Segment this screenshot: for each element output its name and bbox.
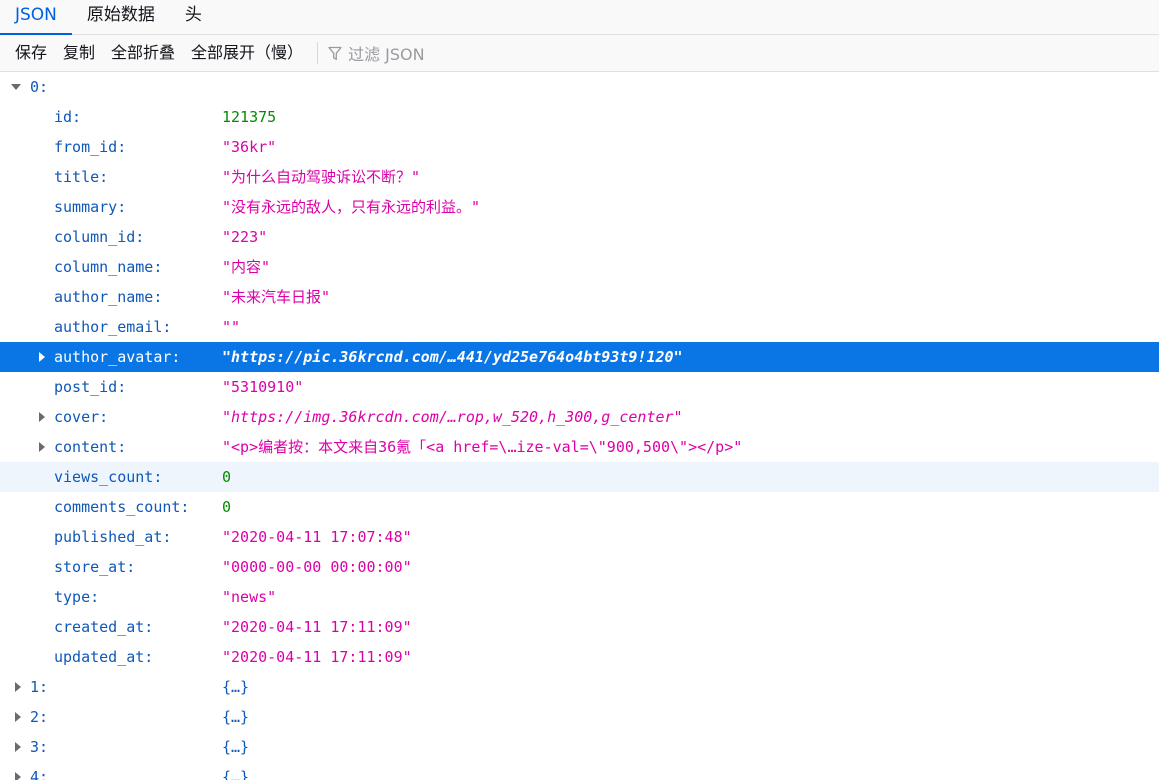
tree-row[interactable]: type: "news" (0, 582, 1159, 612)
tree-key: cover: (54, 408, 109, 426)
triangle-right-icon[interactable] (36, 432, 48, 462)
tree-value: {…} (222, 738, 250, 756)
tree-row[interactable]: published_at: "2020-04-11 17:07:48" (0, 522, 1159, 552)
tree-row[interactable]: author_name: "未来汽车日报" (0, 282, 1159, 312)
tree-key: column_name: (54, 258, 163, 276)
tree-value: "没有永远的敌人，只有永远的利益。" (222, 198, 481, 216)
tab-headers[interactable]: 头 (170, 0, 217, 35)
collapse-all-button[interactable]: 全部折叠 (103, 39, 183, 67)
tree-key: type: (54, 588, 100, 606)
toolbar: 保存 复制 全部折叠 全部展开（慢） 过滤 JSON (0, 35, 1159, 72)
triangle-right-icon[interactable] (12, 762, 24, 780)
tree-key: author_avatar: (54, 348, 181, 366)
tree-row[interactable]: column_id: "223" (0, 222, 1159, 252)
tree-value: "未来汽车日报" (222, 288, 331, 306)
tree-key: summary: (54, 198, 127, 216)
tree-row[interactable]: title: "为什么自动驾驶诉讼不断？" (0, 162, 1159, 192)
tree-value: 0 (222, 498, 232, 516)
tree-row[interactable]: column_name: "内容" (0, 252, 1159, 282)
tab-json[interactable]: JSON (0, 0, 72, 35)
filter-icon (328, 46, 342, 60)
tree-key: 1: (30, 678, 49, 696)
tree-key: published_at: (54, 528, 172, 546)
tree-row[interactable]: post_id: "5310910" (0, 372, 1159, 402)
toolbar-separator (317, 42, 319, 64)
copy-button[interactable]: 复制 (55, 39, 103, 67)
triangle-down-icon[interactable] (10, 72, 22, 102)
tree-value: 0 (222, 468, 232, 486)
tree-key: created_at: (54, 618, 154, 636)
triangle-right-icon[interactable] (12, 672, 24, 702)
tree-row[interactable]: author_avatar: "https://pic.36krcnd.com/…… (0, 342, 1159, 372)
tree-value: 121375 (222, 108, 277, 126)
json-viewer: JSON 原始数据 头 保存 复制 全部折叠 全部展开（慢） 过滤 JSON 0… (0, 0, 1159, 780)
json-tree: 0: id: 121375 from_id: "36kr" title: "为什么自动驾驶… (0, 72, 1159, 780)
tree-key: id: (54, 108, 82, 126)
tree-value: "内容" (222, 258, 271, 276)
filter-json-input[interactable]: 过滤 JSON (328, 39, 628, 67)
expand-all-button[interactable]: 全部展开（慢） (183, 39, 311, 67)
tree-value: "2020-04-11 17:07:48" (222, 528, 412, 546)
tab-raw-data[interactable]: 原始数据 (72, 0, 170, 35)
tree-row[interactable]: content: "<p>编者按：本文来自36氪「<a href=\…ize-va… (0, 432, 1159, 462)
tree-key: author_name: (54, 288, 163, 306)
tree-row-collapsed[interactable]: 2: {…} (0, 702, 1159, 732)
tree-row[interactable]: created_at: "2020-04-11 17:11:09" (0, 612, 1159, 642)
tree-row-root[interactable]: 0: (0, 72, 1159, 102)
tree-value: "https://pic.36krcnd.com/…441/yd25e764o4… (222, 348, 683, 366)
tree-value: "0000-00-00 00:00:00" (222, 558, 412, 576)
tree-value: {…} (222, 678, 250, 696)
tree-key: 0: (30, 78, 49, 96)
triangle-right-icon[interactable] (12, 702, 24, 732)
tree-key: store_at: (54, 558, 136, 576)
filter-placeholder: 过滤 JSON (348, 45, 425, 64)
tree-row[interactable]: updated_at: "2020-04-11 17:11:09" (0, 642, 1159, 672)
tree-row-collapsed[interactable]: 3: {…} (0, 732, 1159, 762)
tree-key: author_email: (54, 318, 172, 336)
tree-row[interactable]: comments_count: 0 (0, 492, 1159, 522)
tree-row[interactable]: id: 121375 (0, 102, 1159, 132)
tree-key: views_count: (54, 468, 163, 486)
tree-row[interactable]: author_email: "" (0, 312, 1159, 342)
tree-key: 3: (30, 738, 49, 756)
tree-value: "2020-04-11 17:11:09" (222, 618, 412, 636)
tab-bar: JSON 原始数据 头 (0, 0, 1159, 35)
tree-value: {…} (222, 708, 250, 726)
triangle-right-icon[interactable] (36, 402, 48, 432)
tree-key: post_id: (54, 378, 127, 396)
tree-row[interactable]: summary: "没有永远的敌人，只有永远的利益。" (0, 192, 1159, 222)
tree-key: from_id: (54, 138, 127, 156)
tree-key: title: (54, 168, 109, 186)
tree-key: comments_count: (54, 498, 190, 516)
tree-value: "news" (222, 588, 277, 606)
tree-value: "" (222, 318, 241, 336)
tree-value: "<p>编者按：本文来自36氪「<a href=\…ize-val=\"900,… (222, 438, 743, 456)
tree-value: "为什么自动驾驶诉讼不断？" (222, 168, 421, 186)
tree-row[interactable]: cover: "https://img.36krcdn.com/…rop,w_52… (0, 402, 1159, 432)
tree-value: "2020-04-11 17:11:09" (222, 648, 412, 666)
tree-row-collapsed[interactable]: 1: {…} (0, 672, 1159, 702)
tree-value: {…} (222, 768, 250, 780)
tree-value: "https://img.36krcdn.com/…rop,w_520,h_30… (222, 408, 683, 426)
tree-row[interactable]: from_id: "36kr" (0, 132, 1159, 162)
tree-key: 4: (30, 768, 49, 780)
tree-key: column_id: (54, 228, 145, 246)
tree-value: "36kr" (222, 138, 277, 156)
triangle-right-icon[interactable] (12, 732, 24, 762)
tree-row[interactable]: store_at: "0000-00-00 00:00:00" (0, 552, 1159, 582)
tree-row[interactable]: views_count: 0 (0, 462, 1159, 492)
tree-value: "5310910" (222, 378, 304, 396)
tree-value: "223" (222, 228, 268, 246)
tree-key: updated_at: (54, 648, 154, 666)
save-button[interactable]: 保存 (7, 39, 55, 67)
tree-key: content: (54, 438, 127, 456)
triangle-right-icon[interactable] (36, 342, 48, 372)
tree-key: 2: (30, 708, 49, 726)
tree-row-collapsed[interactable]: 4: {…} (0, 762, 1159, 780)
